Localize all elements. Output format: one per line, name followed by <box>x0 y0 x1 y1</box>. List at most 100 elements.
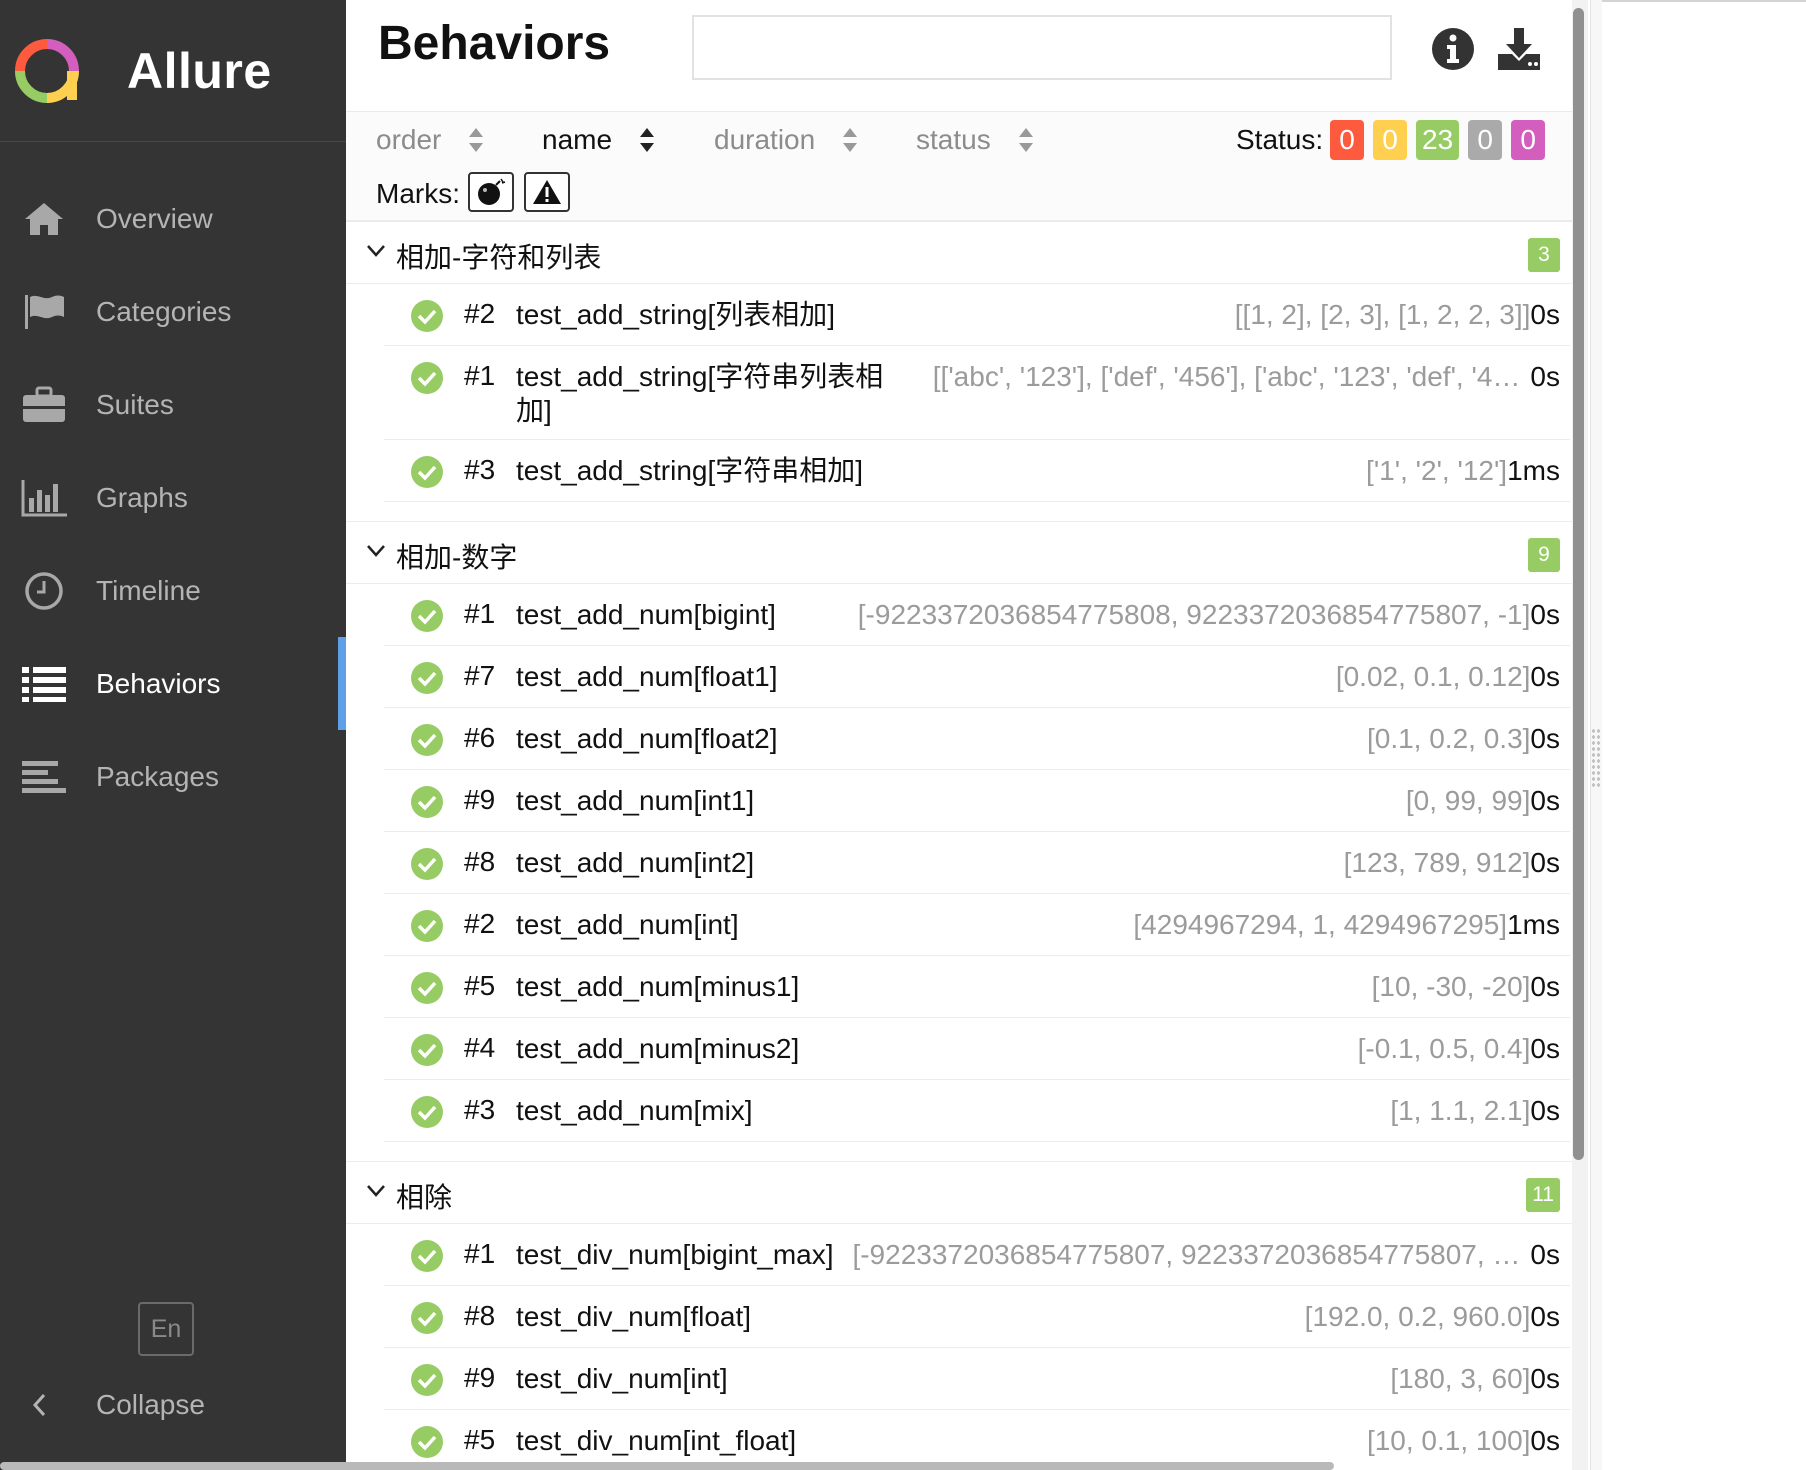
test-duration: 0s <box>1530 785 1560 816</box>
sort-order-button[interactable]: order <box>376 124 485 156</box>
sidebar-item-suites[interactable]: Suites <box>0 358 346 451</box>
test-row[interactable]: #1 test_div_num[bigint_max] [-9223372036… <box>384 1224 1570 1286</box>
test-params: [['abc', '123'], ['def', '456'], ['abc',… <box>932 361 1521 392</box>
sidebar-item-label: Suites <box>96 388 174 420</box>
sidebar-item-categories[interactable]: Categories <box>0 265 346 358</box>
chevron-down-icon <box>367 245 385 257</box>
collapse-button[interactable]: Collapse <box>0 1375 346 1435</box>
passed-check-icon <box>411 1302 443 1334</box>
test-row[interactable]: #1 test_add_string[字符串列表相加] [['abc', '12… <box>384 346 1570 440</box>
test-order: #8 <box>464 1300 496 1331</box>
test-name: test_div_num[float] <box>516 1301 752 1332</box>
test-name: test_add_string[列表相加] <box>516 299 836 330</box>
test-name: test_div_num[bigint_max] <box>516 1239 834 1270</box>
test-name: test_add_num[float1] <box>516 661 778 692</box>
test-duration: 0s <box>1530 1425 1560 1456</box>
test-name: test_add_num[float2] <box>516 723 778 754</box>
sort-name-button[interactable]: name <box>542 124 656 156</box>
group-count-badge: 9 <box>1528 538 1560 572</box>
chevron-left-icon <box>32 1393 46 1417</box>
horizontal-scrollbar[interactable] <box>0 1462 1334 1470</box>
sort-arrows-icon <box>843 128 858 152</box>
test-name: test_div_num[int_float] <box>516 1425 797 1456</box>
home-icon <box>20 199 68 239</box>
briefcase-icon <box>20 385 68 425</box>
language-button[interactable]: En <box>138 1302 194 1356</box>
status-failed-badge[interactable]: 0 <box>1330 120 1364 160</box>
test-duration: 0s <box>1530 599 1560 630</box>
group-count-badge: 11 <box>1526 1178 1560 1212</box>
group-header[interactable]: 相加-数字 9 <box>346 522 1588 584</box>
sort-label: order <box>376 124 442 155</box>
search-input[interactable] <box>692 15 1392 80</box>
status-passed-badge[interactable]: 23 <box>1416 120 1460 160</box>
group-separator <box>346 502 1588 522</box>
test-params: [-9223372036854775807, 92233720368547758… <box>852 1239 1521 1270</box>
test-params: [10, -30, -20] <box>1371 971 1531 1002</box>
info-icon[interactable] <box>1430 26 1476 72</box>
test-row[interactable]: #2 test_add_string[列表相加] [[1, 2], [2, 3]… <box>384 284 1570 346</box>
sort-status-button[interactable]: status <box>916 124 1035 156</box>
test-row[interactable]: #8 test_add_num[int2] [123, 789, 912] 0s <box>384 832 1570 894</box>
app-logo-row[interactable]: Allure <box>0 0 346 142</box>
sidebar-item-behaviors[interactable]: Behaviors <box>0 637 346 730</box>
group-title: 相除 <box>396 1182 453 1213</box>
sort-duration-button[interactable]: duration <box>714 124 859 156</box>
status-broken-badge[interactable]: 0 <box>1373 120 1407 160</box>
flag-icon <box>20 292 68 332</box>
test-row[interactable]: #3 test_add_num[mix] [1, 1.1, 2.1] 0s <box>384 1080 1570 1142</box>
vertical-scrollbar-thumb[interactable] <box>1573 8 1584 1160</box>
test-row[interactable]: #9 test_div_num[int] [180, 3, 60] 0s <box>384 1348 1570 1410</box>
collapse-label: Collapse <box>96 1389 205 1420</box>
group-header[interactable]: 相加-字符和列表 3 <box>346 222 1588 284</box>
flaky-mark-button[interactable] <box>468 172 514 212</box>
test-duration: 0s <box>1530 661 1560 692</box>
test-order: #5 <box>464 1424 496 1455</box>
sidebar-item-graphs[interactable]: Graphs <box>0 451 346 544</box>
warning-icon <box>533 180 561 204</box>
test-row[interactable]: #5 test_add_num[minus1] [10, -30, -20] 0s <box>384 956 1570 1018</box>
test-name: test_add_num[int2] <box>516 847 755 878</box>
resize-grip-icon[interactable] <box>1591 728 1601 788</box>
test-name: test_add_num[int] <box>516 909 739 940</box>
sort-arrows-icon <box>469 128 484 152</box>
passed-check-icon <box>411 910 443 942</box>
test-duration: 0s <box>1530 361 1560 392</box>
test-row[interactable]: #5 test_div_num[int_float] [10, 0.1, 100… <box>384 1410 1570 1470</box>
right-pane-border <box>1602 0 1806 2</box>
test-params: [10, 0.1, 100] <box>1366 1425 1531 1456</box>
passed-check-icon <box>411 362 443 394</box>
passed-check-icon <box>411 1364 443 1396</box>
list-icon <box>20 664 68 704</box>
test-order: #5 <box>464 970 496 1001</box>
test-order: #9 <box>464 784 496 815</box>
test-name: test_add_num[minus1] <box>516 971 800 1002</box>
test-row[interactable]: #3 test_add_string[字符串相加] ['1', '2', '12… <box>384 440 1570 502</box>
test-duration: 0s <box>1530 971 1560 1002</box>
flaky-bomb-icon <box>478 178 506 205</box>
bar-chart-icon <box>20 478 68 518</box>
test-duration: 0s <box>1530 847 1560 878</box>
download-icon[interactable] <box>1496 26 1542 72</box>
sidebar-item-overview[interactable]: Overview <box>0 172 346 265</box>
sidebar-item-timeline[interactable]: Timeline <box>0 544 346 637</box>
test-row[interactable]: #8 test_div_num[float] [192.0, 0.2, 960.… <box>384 1286 1570 1348</box>
known-issue-mark-button[interactable] <box>524 172 570 212</box>
sort-label: duration <box>714 124 816 155</box>
status-skipped-badge[interactable]: 0 <box>1468 120 1503 160</box>
sidebar-item-label: Graphs <box>96 481 188 513</box>
passed-check-icon <box>411 724 443 756</box>
test-row[interactable]: #6 test_add_num[float2] [0.1, 0.2, 0.3] 0… <box>384 708 1570 770</box>
status-unknown-badge[interactable]: 0 <box>1511 120 1546 160</box>
test-params: [123, 789, 912] <box>1343 847 1531 878</box>
test-name: test_add_num[int1] <box>516 785 755 816</box>
test-row[interactable]: #1 test_add_num[bigint] [-92233720368547… <box>384 584 1570 646</box>
clock-icon <box>20 571 68 611</box>
sidebar-item-packages[interactable]: Packages <box>0 730 346 823</box>
group-header[interactable]: 相除 11 <box>346 1162 1588 1224</box>
test-row[interactable]: #2 test_add_num[int] [4294967294, 1, 429… <box>384 894 1570 956</box>
test-row[interactable]: #4 test_add_num[minus2] [-0.1, 0.5, 0.4]… <box>384 1018 1570 1080</box>
test-row[interactable]: #9 test_add_num[int1] [0, 99, 99] 0s <box>384 770 1570 832</box>
test-row[interactable]: #7 test_add_num[float1] [0.02, 0.1, 0.12… <box>384 646 1570 708</box>
passed-check-icon <box>411 662 443 694</box>
